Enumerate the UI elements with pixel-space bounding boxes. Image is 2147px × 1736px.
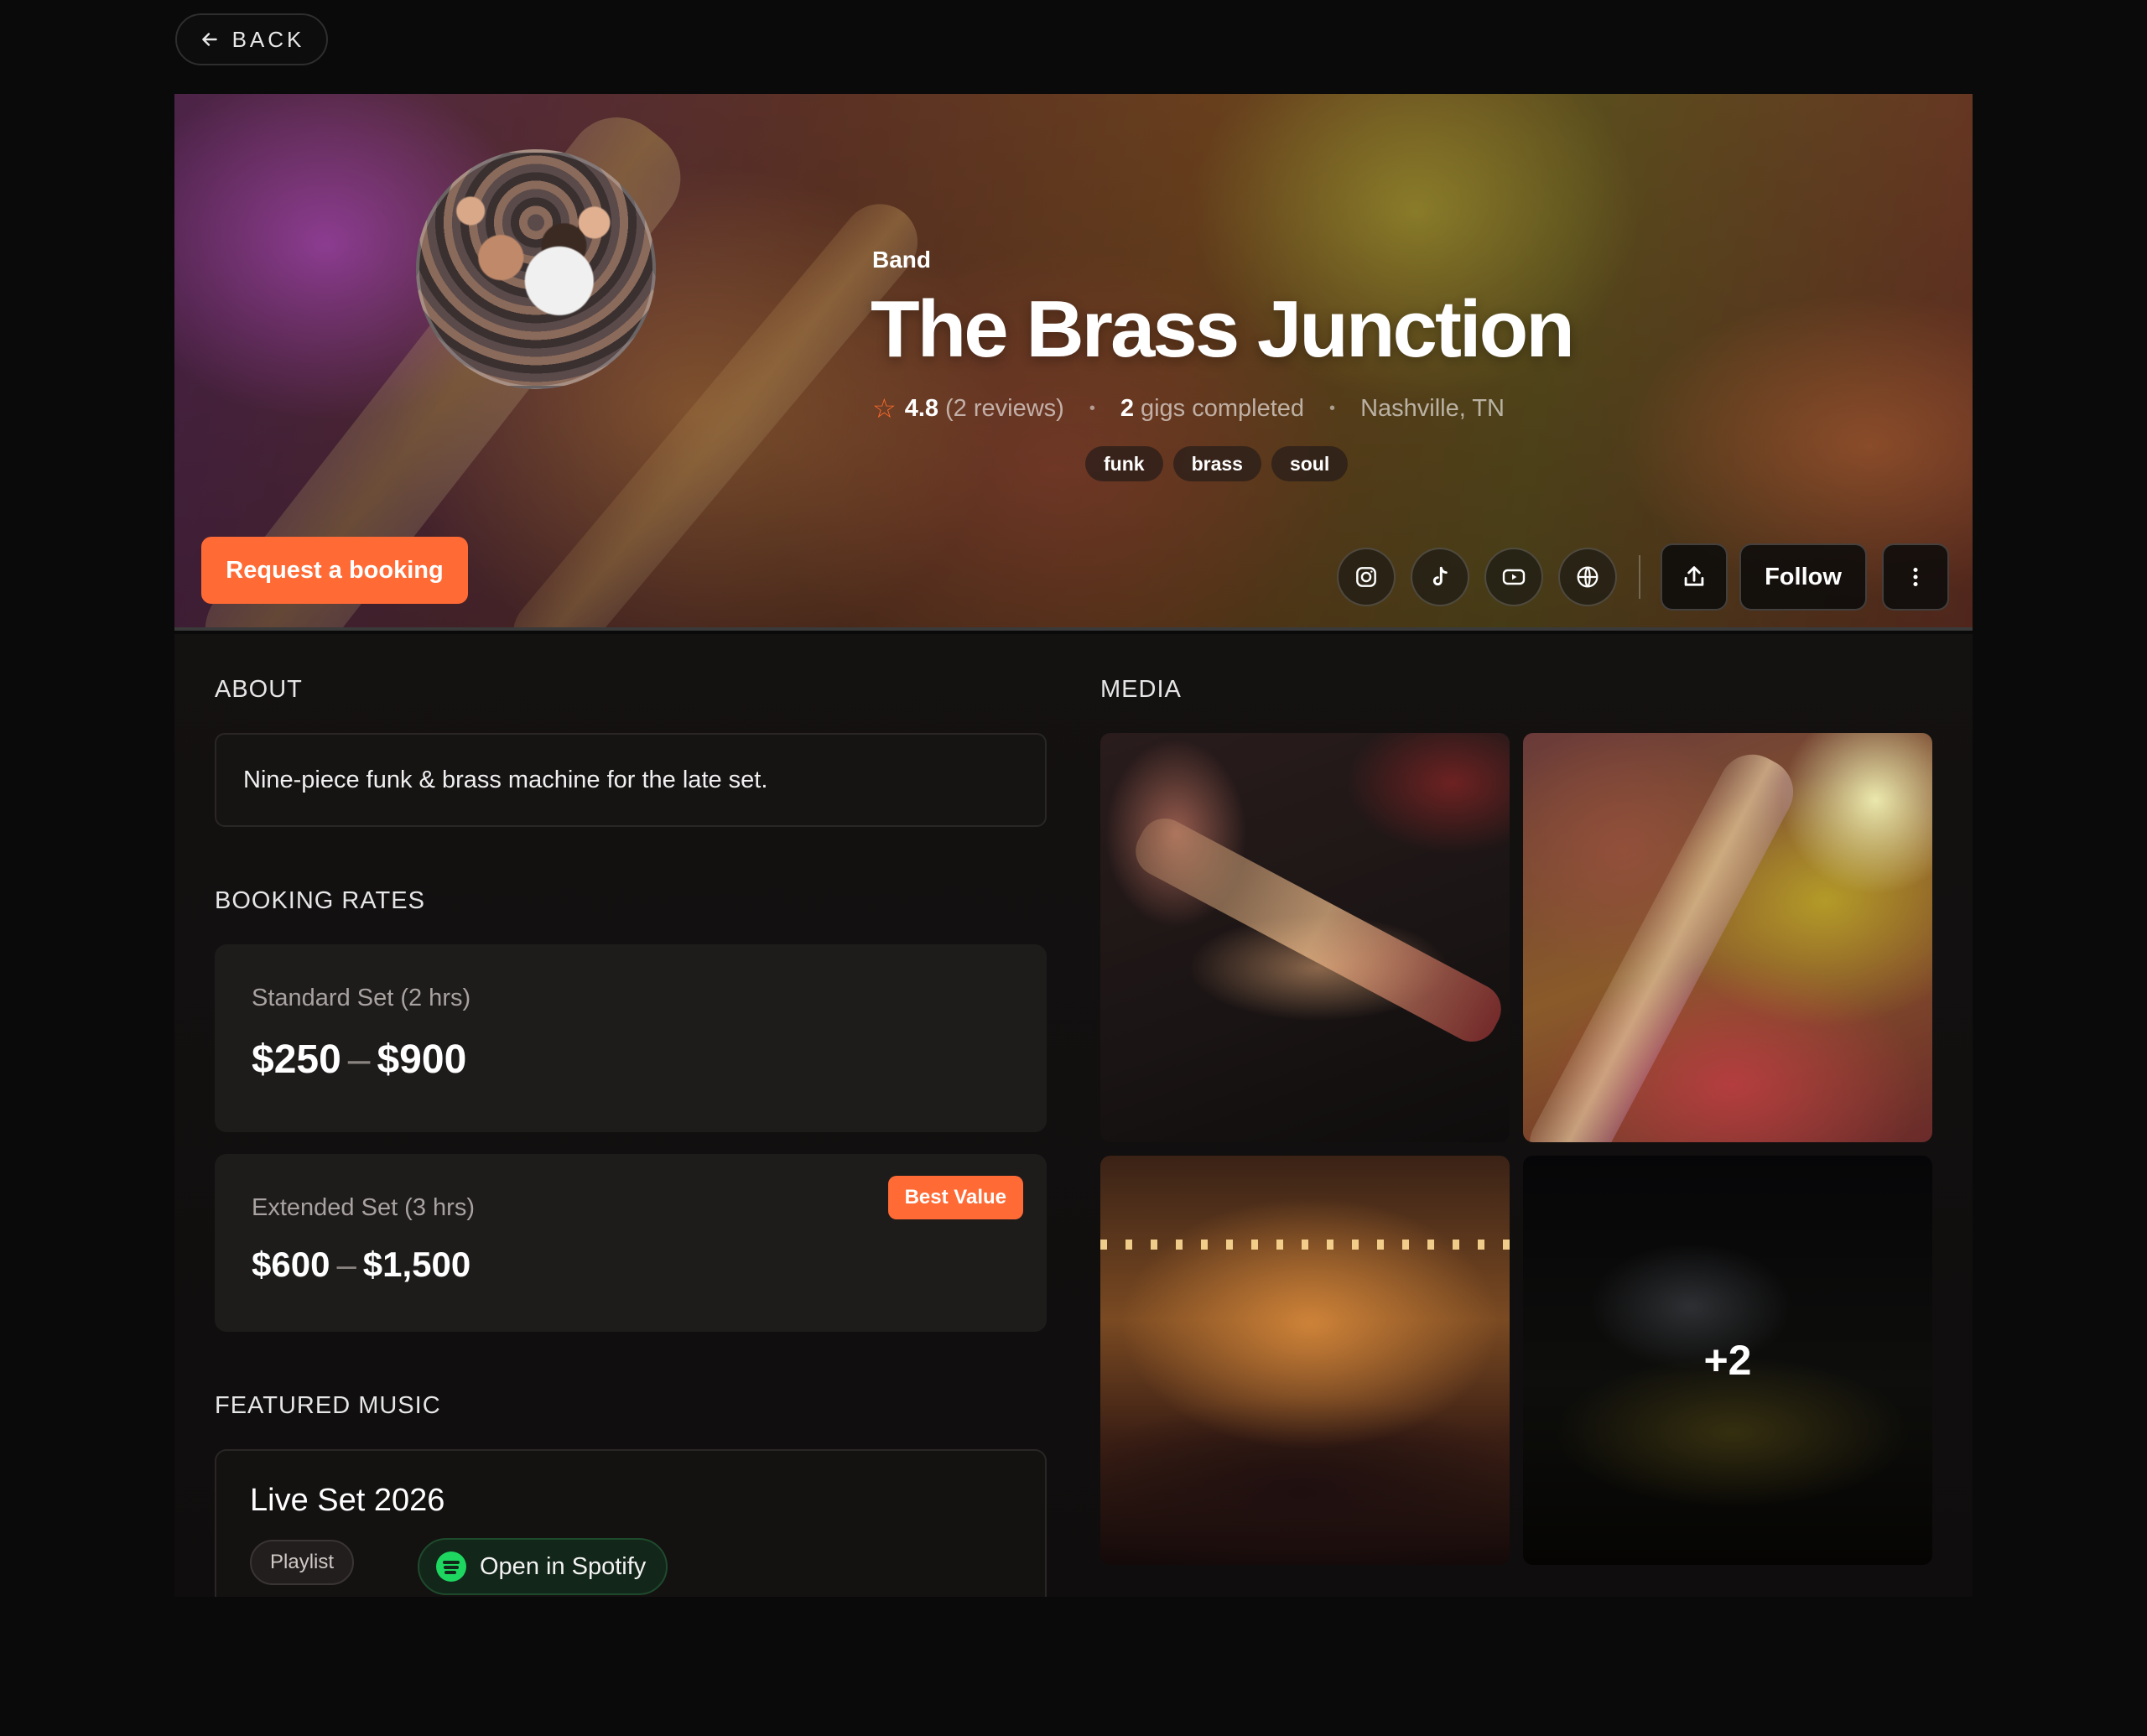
rate-card-extended[interactable]: Extended Set (3 hrs) $600– $1,500 Best Va… <box>215 1154 1047 1332</box>
page-title: The Brass Junction <box>871 284 1575 374</box>
spotify-icon <box>436 1551 466 1582</box>
about-box: Nine-piece funk & brass machine for the … <box>215 733 1047 827</box>
tiktok-icon <box>1432 566 1448 586</box>
hero-actions: Follow <box>1337 543 1949 611</box>
rate-name: Standard Set (2 hrs) <box>252 985 471 1011</box>
separator-dot: • <box>1089 398 1095 418</box>
actions-divider <box>1639 555 1640 599</box>
genre-tags: funk brass soul <box>1085 446 1349 481</box>
rating-value: 4.8 <box>904 394 939 422</box>
tiktok-link[interactable] <box>1411 548 1469 606</box>
best-value-badge: Best Value <box>887 1176 1023 1219</box>
rate-card-standard[interactable]: Standard Set (2 hrs) $250– $900 <box>215 944 1047 1132</box>
media-heading: MEDIA <box>1100 676 1182 703</box>
instagram-link[interactable] <box>1337 548 1396 606</box>
follow-button[interactable]: Follow <box>1739 543 1867 611</box>
about-heading: ABOUT <box>215 676 303 703</box>
spotify-label: Open in Spotify <box>480 1552 647 1580</box>
hero-divider <box>174 627 1973 631</box>
back-button[interactable]: BACK <box>175 13 328 65</box>
music-title: Live Set 2026 <box>250 1483 445 1518</box>
profile-content: ABOUT Nine-piece funk & brass machine fo… <box>174 634 1973 1597</box>
media-photo-more[interactable]: +2 <box>1523 1156 1932 1565</box>
artist-meta: ☆ 4.8 (2 reviews) • 2 gigs completed • N… <box>872 392 1505 424</box>
rate-min: $250 <box>252 1037 341 1082</box>
media-more-count: +2 <box>1703 1337 1752 1384</box>
tag-funk: funk <box>1085 446 1163 481</box>
location: Nashville, TN <box>1360 394 1505 422</box>
rate-dash: – <box>336 1245 356 1284</box>
separator-dot: • <box>1329 398 1336 418</box>
rate-max: $1,500 <box>362 1245 471 1284</box>
rate-max: $900 <box>377 1037 467 1082</box>
media-photo-crowd[interactable] <box>1100 1156 1510 1565</box>
music-type-badge: Playlist <box>250 1540 355 1585</box>
rate-price: $600– $1,500 <box>252 1245 470 1285</box>
share-icon <box>1684 566 1704 586</box>
share-button[interactable] <box>1661 543 1728 611</box>
back-label: BACK <box>231 26 305 52</box>
rate-dash: – <box>347 1037 371 1082</box>
rate-name: Extended Set (3 hrs) <box>252 1194 475 1221</box>
open-in-spotify-button[interactable]: Open in Spotify <box>418 1538 668 1595</box>
avatar <box>416 149 656 389</box>
globe-icon <box>1577 566 1599 588</box>
instagram-icon <box>1356 567 1376 587</box>
star-icon: ☆ <box>872 393 897 424</box>
arrow-left-icon <box>201 33 217 46</box>
artist-category: Band <box>872 247 931 273</box>
more-options-button[interactable] <box>1882 543 1949 611</box>
more-vertical-icon <box>1913 567 1918 587</box>
review-count[interactable]: (2 reviews) <box>945 395 1064 423</box>
rate-price: $250– $900 <box>252 1037 466 1083</box>
gigs-count: 2 <box>1120 394 1134 422</box>
website-link[interactable] <box>1558 548 1617 606</box>
media-photo-trumpet[interactable] <box>1100 733 1510 1142</box>
about-text: Nine-piece funk & brass machine for the … <box>243 766 768 793</box>
youtube-link[interactable] <box>1484 548 1543 606</box>
gigs-label: gigs completed <box>1140 394 1305 422</box>
tag-brass: brass <box>1172 446 1261 481</box>
tag-soul: soul <box>1271 446 1349 481</box>
rate-min: $600 <box>252 1245 330 1284</box>
booking-rates-heading: BOOKING RATES <box>215 887 425 914</box>
youtube-icon <box>1502 569 1526 585</box>
media-photo-saxophone[interactable] <box>1523 733 1932 1142</box>
featured-music-heading: FEATURED MUSIC <box>215 1392 441 1419</box>
featured-music-card: Live Set 2026 Playlist Open in Spotify <box>215 1449 1047 1597</box>
request-booking-button[interactable]: Request a booking <box>201 537 468 604</box>
